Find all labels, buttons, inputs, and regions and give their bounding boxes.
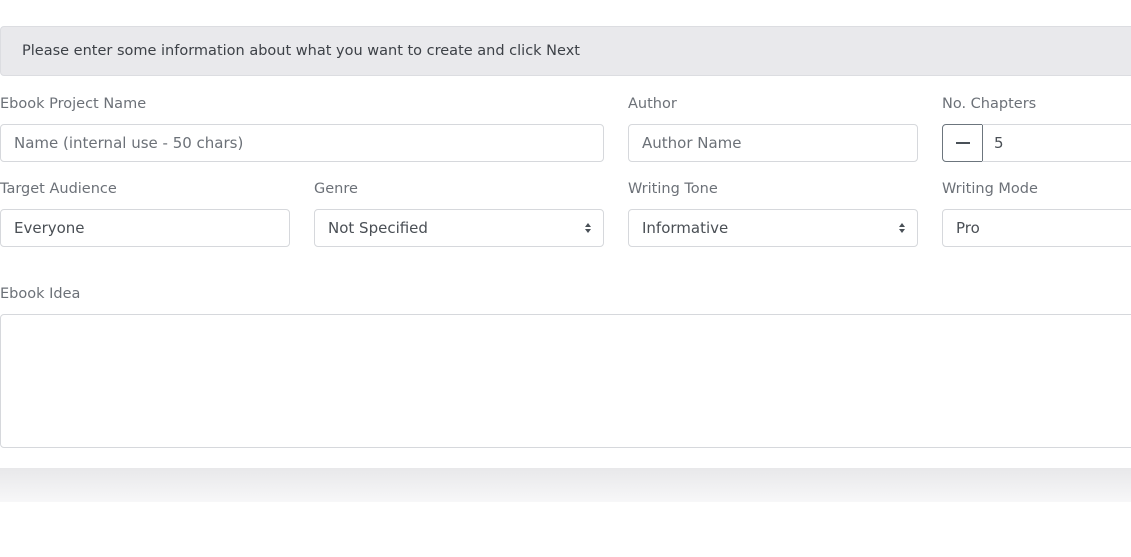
footer-divider [0, 468, 1131, 502]
writing-tone-value: Informative [642, 219, 729, 237]
chapters-value: 5 [994, 134, 1004, 152]
writing-mode-label: Writing Mode [942, 181, 1038, 197]
minus-icon [955, 142, 970, 144]
writing-mode-select[interactable]: Pro [942, 209, 1131, 247]
target-audience-value: Everyone [14, 219, 85, 237]
sort-caret-icon [585, 223, 591, 233]
ebook-idea-label: Ebook Idea [0, 286, 81, 302]
project-name-label: Ebook Project Name [0, 96, 147, 112]
writing-tone-select[interactable]: Informative [628, 209, 918, 247]
genre-select[interactable]: Not Specified [314, 209, 604, 247]
target-audience-input[interactable]: Everyone [0, 209, 290, 247]
genre-label: Genre [314, 181, 358, 197]
target-audience-label: Target Audience [0, 181, 117, 197]
chapters-label: No. Chapters [942, 96, 1037, 112]
genre-value: Not Specified [328, 219, 428, 237]
author-input[interactable]: Author Name [628, 124, 918, 162]
writing-tone-label: Writing Tone [628, 181, 718, 197]
author-label: Author [628, 96, 677, 112]
info-banner-text: Please enter some information about what… [22, 43, 580, 59]
info-banner: Please enter some information about what… [0, 26, 1131, 76]
chapters-decrement-button[interactable] [942, 124, 983, 162]
writing-mode-value: Pro [956, 219, 980, 237]
project-name-placeholder: Name (internal use - 50 chars) [14, 134, 244, 152]
ebook-idea-textarea[interactable] [0, 314, 1131, 448]
chapters-input[interactable]: 5 [982, 124, 1131, 162]
project-name-input[interactable]: Name (internal use - 50 chars) [0, 124, 604, 162]
author-placeholder: Author Name [642, 134, 742, 152]
sort-caret-icon [899, 223, 905, 233]
